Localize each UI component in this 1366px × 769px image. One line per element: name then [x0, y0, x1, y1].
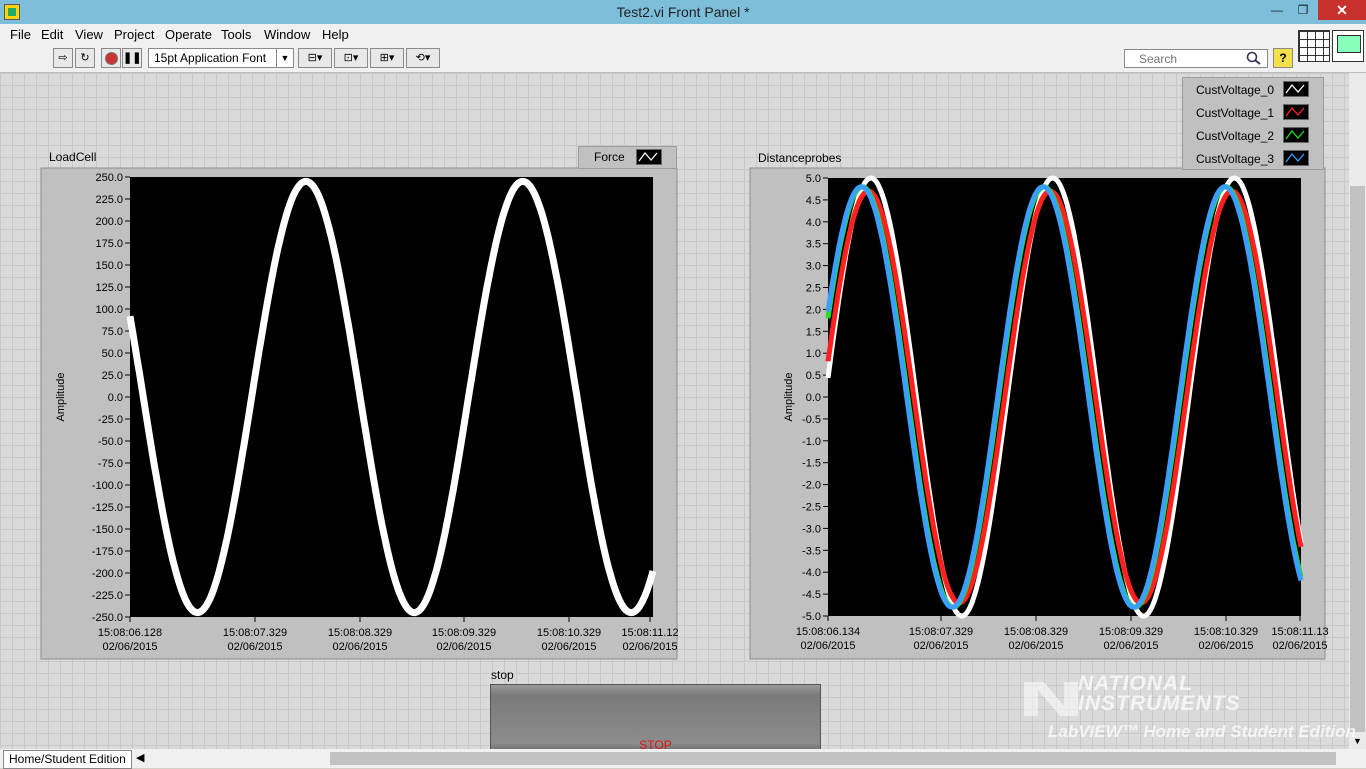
- application-context-label[interactable]: Home/Student Edition: [3, 750, 132, 769]
- font-label: 15pt Application Font: [154, 51, 267, 65]
- plot-swatch-icon[interactable]: [1283, 81, 1309, 97]
- search-icon[interactable]: [1246, 51, 1262, 65]
- legend-name-force: Force: [594, 150, 625, 164]
- ni-wordmark: NATIONAL INSTRUMENTS: [1078, 672, 1241, 715]
- front-panel[interactable]: [0, 73, 1349, 749]
- abort-button[interactable]: [101, 48, 121, 68]
- edition-watermark: LabVIEW™ Home and Student Edition: [1048, 722, 1356, 741]
- run-continuously-icon: ↻: [80, 52, 90, 64]
- menu-tools[interactable]: Tools: [221, 27, 251, 42]
- align-objects-button[interactable]: ⊟▾: [298, 48, 332, 68]
- pause-icon: ❚❚: [123, 52, 142, 64]
- run-continuously-button[interactable]: ↻: [75, 48, 95, 68]
- chevron-down-icon: ▼: [276, 49, 293, 67]
- scroll-left-arrow-icon[interactable]: ◀: [136, 750, 148, 767]
- loadcell-graph-label: LoadCell: [49, 150, 97, 164]
- menu-operate[interactable]: Operate: [165, 27, 212, 42]
- ni-logo-icon: [1024, 682, 1078, 716]
- connector-pane-icon[interactable]: [1298, 30, 1330, 62]
- menu-view[interactable]: View: [75, 27, 103, 42]
- context-help-button[interactable]: ?: [1273, 48, 1293, 68]
- plot-swatch-icon[interactable]: [636, 149, 662, 165]
- legend-row[interactable]: CustVoltage_0: [1183, 80, 1323, 100]
- legend-row[interactable]: CustVoltage_2: [1183, 126, 1323, 146]
- menu-bar: File Edit View Project Operate Tools Win…: [0, 24, 1366, 44]
- reorder-icon: ⟲▾: [415, 52, 431, 64]
- menu-window[interactable]: Window: [264, 27, 310, 42]
- pause-button[interactable]: ❚❚: [122, 48, 142, 68]
- legend-row[interactable]: CustVoltage_3: [1183, 149, 1323, 169]
- stop-button-label: stop: [491, 668, 514, 682]
- distribute-objects-icon: ⊡▾: [343, 52, 359, 64]
- title-bar[interactable]: Test2.vi Front Panel * — ❐ ✕: [0, 0, 1366, 24]
- text-settings-dropdown[interactable]: 15pt Application Font ▼: [148, 48, 294, 68]
- menu-edit[interactable]: Edit: [41, 27, 63, 42]
- plot-swatch-icon[interactable]: [1283, 104, 1309, 120]
- resize-objects-button[interactable]: ⊞▾: [370, 48, 404, 68]
- search-input[interactable]: [1139, 51, 1249, 66]
- legend-row[interactable]: CustVoltage_1: [1183, 103, 1323, 123]
- legend-name-custvoltage-0: CustVoltage_0: [1196, 83, 1275, 97]
- abort-icon: [104, 52, 118, 65]
- legend-name-custvoltage-1: CustVoltage_1: [1196, 106, 1275, 120]
- reorder-button[interactable]: ⟲▾: [406, 48, 440, 68]
- align-objects-icon: ⊟▾: [307, 52, 323, 64]
- distanceprobes-plot-legend[interactable]: CustVoltage_0 CustVoltage_1 CustVoltage_…: [1182, 77, 1324, 170]
- legend-name-custvoltage-3: CustVoltage_3: [1196, 152, 1275, 166]
- vertical-scrollbar-thumb[interactable]: [1350, 186, 1365, 732]
- menu-file[interactable]: File: [10, 27, 31, 42]
- vi-icon[interactable]: [1332, 30, 1364, 62]
- ni-wordmark-line1: NATIONAL: [1078, 672, 1193, 695]
- minimize-button[interactable]: —: [1264, 0, 1290, 20]
- distribute-objects-button[interactable]: ⊡▾: [334, 48, 368, 68]
- window-title: Test2.vi Front Panel *: [616, 4, 750, 20]
- close-button[interactable]: ✕: [1318, 0, 1366, 20]
- loadcell-plot-legend[interactable]: Force: [578, 146, 677, 169]
- plot-swatch-icon[interactable]: [1283, 127, 1309, 143]
- horizontal-scrollbar-thumb[interactable]: [330, 752, 1336, 765]
- menu-help[interactable]: Help: [322, 27, 349, 42]
- ni-wordmark-line2: INSTRUMENTS: [1078, 692, 1241, 715]
- menu-project[interactable]: Project: [114, 27, 154, 42]
- plot-swatch-icon[interactable]: [1283, 150, 1309, 166]
- distanceprobes-graph-label: Distanceprobes: [758, 151, 842, 165]
- run-arrow-icon: ⇨: [58, 52, 68, 64]
- run-button[interactable]: ⇨: [53, 48, 73, 68]
- maximize-button[interactable]: ❐: [1290, 0, 1316, 20]
- vi-icon-graphic: [1337, 35, 1361, 53]
- legend-name-custvoltage-2: CustVoltage_2: [1196, 129, 1275, 143]
- resize-objects-icon: ⊞▾: [379, 52, 395, 64]
- stop-button[interactable]: STOP: [490, 684, 821, 754]
